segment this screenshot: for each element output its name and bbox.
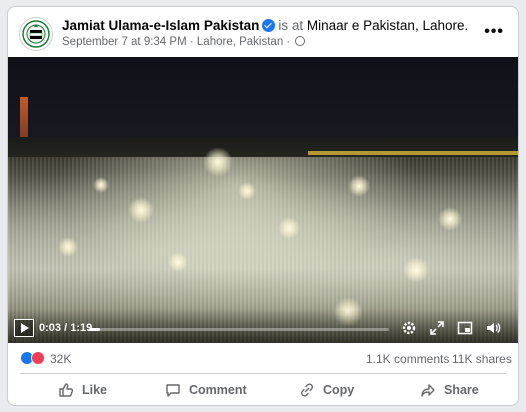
video-light [203,147,233,177]
share-label: Share [444,383,479,397]
reaction-count[interactable]: 32K [50,352,71,366]
meta-separator: · [189,36,194,48]
comment-label: Comment [189,383,247,397]
location-link[interactable]: Minaar e Pakistan, Lahore. [307,18,468,33]
video-light [403,257,429,283]
video-light [168,252,188,272]
settings-icon[interactable] [401,320,417,336]
video-light [93,177,109,193]
video-light [278,217,300,239]
fullscreen-icon[interactable] [429,320,445,336]
like-label: Like [82,383,108,397]
is-at-text: is at [278,18,304,33]
reactions-row: 32K 1.1K comments 11K shares [8,344,518,372]
comments-count[interactable]: 1.1K comments [366,352,449,366]
copy-label: Copy [323,383,355,397]
copy-button[interactable]: Copy [299,375,354,405]
share-icon [421,384,435,397]
post-meta: September 7 at 9:34 PM · Lahore, Pakista… [62,36,306,48]
video-light [58,237,78,257]
video-progress-bar[interactable] [89,328,389,331]
video-current-time: 0:03 [39,322,62,334]
reaction-icons[interactable] [20,351,50,365]
meta-separator-2: · [286,36,291,48]
love-reaction-icon [31,351,45,365]
video-lights-strip [308,151,518,155]
link-icon [300,383,314,397]
post-actions: Like Comment Copy Share [8,375,518,405]
page-avatar[interactable] [19,17,53,51]
party-logo-icon [22,20,50,48]
globe-icon [295,36,306,46]
shares-count[interactable]: 11K shares [452,352,512,366]
video-timecode: 0:03 / 1:19 [39,322,92,334]
video-tower [20,97,28,142]
like-button[interactable]: Like [58,375,107,405]
post-title-line: Jamiat Ulama-e-Islam Pakistan is at Minaa… [62,18,468,33]
video-player[interactable]: 0:03 / 1:19 [8,57,518,343]
comment-icon [166,384,180,397]
share-button[interactable]: Share [420,375,479,405]
video-time-separator: / [64,322,68,334]
author-name[interactable]: Jamiat Ulama-e-Islam Pakistan [62,18,259,33]
video-progress-fill [89,328,101,331]
post-city[interactable]: Lahore, Pakistan [197,36,283,48]
more-options-button[interactable]: ••• [484,23,504,41]
verified-badge-icon [262,19,276,32]
thumbs-up-icon [59,383,74,397]
volume-icon[interactable] [485,320,501,336]
comment-button[interactable]: Comment [165,375,247,405]
play-icon[interactable] [14,319,34,337]
post-card: Jamiat Ulama-e-Islam Pakistan is at Minaa… [7,6,519,406]
post-timestamp[interactable]: September 7 at 9:34 PM [62,36,187,48]
video-light [438,207,462,231]
pip-icon[interactable] [457,320,473,336]
video-light [238,182,256,200]
post-header: Jamiat Ulama-e-Islam Pakistan is at Minaa… [8,7,518,57]
actions-divider [20,373,506,374]
video-light [128,197,154,223]
video-light [348,175,370,197]
